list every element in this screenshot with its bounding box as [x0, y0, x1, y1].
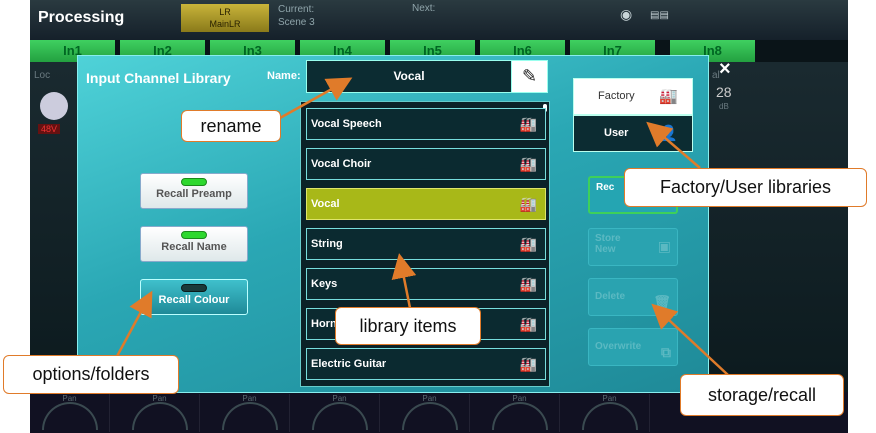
pan-knob[interactable]: Pan	[30, 394, 110, 432]
top-bar: Processing LR MainLR Current: Scene 3 Ne…	[30, 0, 848, 40]
factory-library-button[interactable]: Factory 🏭	[573, 78, 693, 115]
factory-icon: 🏭	[519, 356, 537, 372]
factory-icon: 🏭	[519, 316, 537, 332]
storage-recall-callout: storage/recall	[680, 374, 844, 416]
pan-knob[interactable]: Pan	[390, 394, 470, 432]
factory-icon: 🏭	[519, 156, 537, 172]
option-label: Recall Colour	[158, 294, 230, 306]
factory-icon: 🏭	[519, 276, 537, 292]
overwrite-button[interactable]: Overwrite ⧉	[588, 328, 678, 366]
recall-colour-toggle[interactable]: Recall Colour	[140, 279, 248, 315]
library-item[interactable]: Keys 🏭	[306, 268, 546, 300]
factory-icon: 🏭	[519, 196, 537, 212]
library-items-callout: library items	[335, 307, 481, 345]
delete-button[interactable]: Delete 🗑	[588, 278, 678, 316]
option-label: Recall Preamp	[156, 188, 232, 200]
save-icon: ▣	[657, 238, 671, 254]
gain-value: 28	[716, 84, 732, 100]
user-library-button[interactable]: User 👤	[573, 115, 693, 152]
library-item-selected[interactable]: Vocal 🏭	[306, 188, 546, 220]
overwrite-icon: ⧉	[661, 344, 671, 360]
mix-tag-line1: LR	[219, 7, 231, 17]
pan-knob[interactable]: Pan	[120, 394, 200, 432]
library-item[interactable]: Electric Guitar 🏭	[306, 348, 546, 380]
device-icon: ▤▤	[650, 10, 669, 21]
pan-knob[interactable]: Pan	[570, 394, 650, 432]
options-folders-callout: options/folders	[3, 355, 179, 394]
current-scene: Current: Scene 3	[278, 3, 315, 29]
page-title: Processing	[38, 9, 125, 26]
loc-label: Loc	[34, 70, 51, 81]
mix-tag[interactable]: LR MainLR	[181, 4, 269, 32]
library-item[interactable]: Vocal Choir 🏭	[306, 148, 546, 180]
name-value: Vocal	[393, 69, 425, 83]
factory-icon: 🏭	[519, 236, 537, 252]
led-indicator	[181, 178, 207, 186]
name-field[interactable]: Vocal ✎	[306, 60, 548, 93]
led-indicator	[181, 284, 207, 292]
led-indicator	[181, 231, 207, 239]
current-value: Scene 3	[278, 17, 315, 28]
headphones-icon[interactable]: ◉	[620, 6, 632, 23]
user-icon: 👤	[659, 125, 678, 142]
pan-knob[interactable]: Pan	[210, 394, 290, 432]
name-label: Name:	[267, 70, 301, 82]
rename-callout: rename	[181, 110, 281, 142]
phantom-power-badge[interactable]: 48V	[38, 124, 61, 134]
recall-name-toggle[interactable]: Recall Name	[140, 226, 248, 262]
pan-knob[interactable]: Pan	[480, 394, 560, 432]
library-item[interactable]: Vocal Speech 🏭	[306, 108, 546, 140]
gain-knob[interactable]	[40, 92, 68, 120]
gain-unit: dB	[719, 102, 729, 111]
next-scene: Next:	[412, 3, 436, 14]
factory-user-callout: Factory/User libraries	[624, 168, 867, 207]
close-icon[interactable]: ×	[719, 58, 731, 81]
store-new-button[interactable]: Store New ▣	[588, 228, 678, 266]
pan-knob[interactable]: Pan	[300, 394, 380, 432]
factory-icon: 🏭	[519, 116, 537, 132]
option-label: Recall Name	[161, 241, 227, 253]
library-item[interactable]: String 🏭	[306, 228, 546, 260]
mix-tag-line2: MainLR	[209, 19, 241, 29]
factory-icon: 🏭	[659, 88, 678, 105]
pencil-icon[interactable]: ✎	[511, 61, 547, 92]
dialog-title: Input Channel Library	[86, 70, 231, 86]
recall-preamp-toggle[interactable]: Recall Preamp	[140, 173, 248, 209]
trash-icon: 🗑	[653, 294, 671, 310]
current-label: Current:	[278, 4, 315, 15]
